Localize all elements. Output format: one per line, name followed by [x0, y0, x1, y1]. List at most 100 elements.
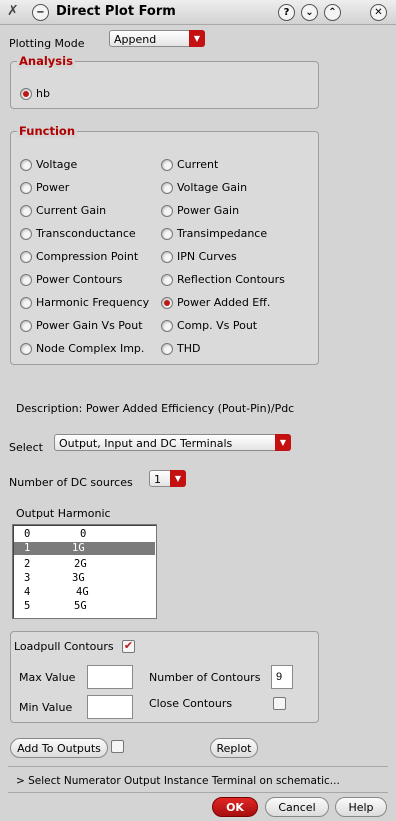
window-title: Direct Plot Form — [56, 4, 176, 19]
radio-transconductance-label: Transconductance — [36, 227, 136, 240]
harmonic-value: 2G — [74, 558, 87, 570]
plotting-mode-label: Plotting Mode — [9, 37, 85, 50]
harmonic-index: 4 — [24, 586, 31, 598]
chevron-down-icon: ▼ — [189, 30, 205, 47]
radio-transimpedance[interactable] — [161, 228, 173, 240]
num-contours-label: Number of Contours — [149, 671, 261, 684]
radio-transimpedance-label: Transimpedance — [177, 227, 268, 240]
add-to-outputs-button[interactable]: Add To Outputs — [10, 738, 108, 758]
list-item[interactable]: 5 5G — [14, 600, 155, 613]
radio-node-complex-imp[interactable] — [20, 343, 32, 355]
description-text: Description: Power Added Efficiency (Pou… — [16, 402, 295, 415]
radio-current-gain-label: Current Gain — [36, 204, 107, 217]
loadpull-checkbox[interactable]: ✔ — [122, 640, 135, 653]
terminal-select-value: Output, Input and DC Terminals — [59, 437, 233, 450]
min-value-label: Min Value — [19, 701, 73, 714]
radio-power-label: Power — [36, 181, 70, 194]
radio-reflection-contours[interactable] — [161, 274, 173, 286]
status-message: > Select Numerator Output Instance Termi… — [16, 775, 340, 787]
close-contours-checkbox[interactable] — [273, 697, 286, 710]
num-contours-input[interactable] — [271, 665, 293, 689]
max-value-label: Max Value — [19, 671, 76, 684]
radio-harmonic-frequency[interactable] — [20, 297, 32, 309]
plotting-mode-value: Append — [114, 33, 157, 46]
harmonic-index: 0 — [24, 528, 31, 540]
close-contours-label: Close Contours — [149, 697, 233, 710]
ok-button[interactable]: OK — [212, 797, 258, 817]
list-item[interactable]: 00 — [14, 528, 155, 541]
radio-ipn-curves-label: IPN Curves — [177, 250, 237, 263]
radio-power-gain-label: Power Gain — [177, 204, 240, 217]
dc-sources-select[interactable]: 1 ▼ — [149, 470, 186, 487]
harmonic-value: 5G — [74, 600, 87, 612]
chevron-down-icon: ▼ — [275, 434, 291, 451]
loadpull-label: Loadpull Contours — [14, 640, 114, 653]
replot-button[interactable]: Replot — [210, 738, 258, 758]
radio-reflection-contours-label: Reflection Contours — [177, 273, 285, 286]
close-icon[interactable]: ✕ — [370, 4, 387, 21]
divider — [8, 792, 388, 793]
list-item[interactable]: 4 4G — [14, 586, 155, 599]
chevron-down-icon: ▼ — [170, 470, 186, 487]
max-value-input[interactable] — [87, 665, 133, 689]
radio-voltage-gain[interactable] — [161, 182, 173, 194]
help-icon[interactable]: ? — [278, 4, 295, 21]
radio-power[interactable] — [20, 182, 32, 194]
radio-power-contours[interactable] — [20, 274, 32, 286]
radio-thd[interactable] — [161, 343, 173, 355]
help-button[interactable]: Help — [335, 797, 387, 817]
maximize-icon[interactable]: ⌃ — [324, 4, 341, 21]
radio-node-complex-imp-label: Node Complex Imp. — [36, 342, 145, 355]
radio-comp-vs-pout-label: Comp. Vs Pout — [177, 319, 258, 332]
output-harmonic-list[interactable]: 00 1 1G 2 2G 3 3G 4 4G 5 5G — [12, 524, 157, 619]
analysis-group — [10, 61, 319, 109]
radio-power-gain-vs-pout-label: Power Gain Vs Pout — [36, 319, 143, 332]
harmonic-value: 4G — [76, 586, 89, 598]
radio-harmonic-frequency-label: Harmonic Frequency — [36, 296, 150, 309]
output-harmonic-label: Output Harmonic — [16, 507, 111, 520]
radio-power-added-eff[interactable] — [161, 297, 173, 309]
harmonic-index: 2 — [24, 558, 31, 570]
terminal-select[interactable]: Output, Input and DC Terminals ▼ — [54, 434, 291, 451]
dc-sources-label: Number of DC sources — [9, 476, 133, 489]
function-title: Function — [17, 124, 78, 138]
harmonic-index: 1 — [24, 542, 31, 554]
radio-compression-point-label: Compression Point — [36, 250, 139, 263]
list-item[interactable]: 1 1G — [14, 542, 155, 555]
radio-voltage-label: Voltage — [36, 158, 78, 171]
radio-hb[interactable] — [20, 88, 32, 100]
radio-compression-point[interactable] — [20, 251, 32, 263]
title-bar: ✗ − Direct Plot Form ? ⌄ ⌃ ✕ — [0, 0, 396, 25]
radio-power-added-eff-label: Power Added Eff. — [177, 296, 271, 309]
list-item[interactable]: 2 2G — [14, 558, 155, 571]
min-value-input[interactable] — [87, 695, 133, 719]
harmonic-index: 3 — [24, 572, 31, 584]
app-logo-icon: ✗ — [7, 3, 19, 19]
select-label: Select — [9, 441, 43, 454]
harmonic-value: 0 — [80, 528, 87, 540]
list-item[interactable]: 3 3G — [14, 572, 155, 585]
window-menu-icon[interactable]: − — [32, 4, 49, 21]
add-to-outputs-checkbox[interactable] — [111, 740, 124, 753]
radio-voltage-gain-label: Voltage Gain — [177, 181, 248, 194]
cancel-button[interactable]: Cancel — [265, 797, 329, 817]
plotting-mode-select[interactable]: Append ▼ — [109, 30, 205, 47]
divider — [8, 766, 388, 767]
harmonic-value: 3G — [72, 572, 85, 584]
radio-power-gain[interactable] — [161, 205, 173, 217]
radio-current-gain[interactable] — [20, 205, 32, 217]
minimize-icon[interactable]: ⌄ — [301, 4, 318, 21]
radio-current-label: Current — [177, 158, 219, 171]
radio-thd-label: THD — [177, 342, 201, 355]
harmonic-value: 1G — [72, 542, 85, 554]
radio-comp-vs-pout[interactable] — [161, 320, 173, 332]
radio-current[interactable] — [161, 159, 173, 171]
radio-power-contours-label: Power Contours — [36, 273, 123, 286]
radio-power-gain-vs-pout[interactable] — [20, 320, 32, 332]
radio-ipn-curves[interactable] — [161, 251, 173, 263]
harmonic-index: 5 — [24, 600, 31, 612]
radio-transconductance[interactable] — [20, 228, 32, 240]
radio-voltage[interactable] — [20, 159, 32, 171]
radio-hb-label: hb — [36, 87, 50, 100]
dc-sources-value: 1 — [154, 473, 161, 486]
